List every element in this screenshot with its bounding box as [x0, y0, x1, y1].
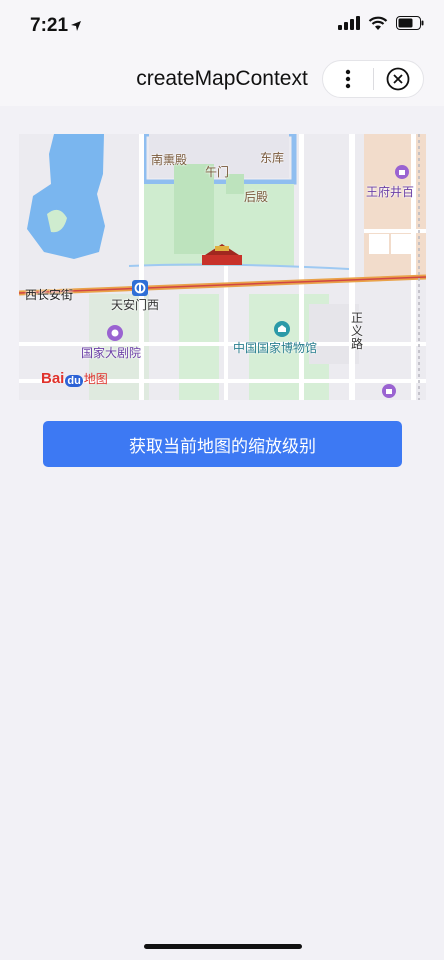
map-label-zhengyilu-3: 路	[351, 337, 364, 351]
location-arrow-icon	[71, 21, 81, 31]
close-button[interactable]	[374, 61, 424, 97]
map-view[interactable]: 南熏殿 午门 东库 后殿 王府井百 西长安街 天安门西 正 义 路 国家大剧院 …	[19, 134, 426, 400]
museum-icon	[274, 321, 290, 337]
wifi-icon	[368, 16, 388, 30]
map-label-wangfujing: 王府井百	[366, 185, 415, 199]
baidu-logo-text-right: 地图	[83, 372, 108, 386]
status-time: 7:21	[30, 15, 69, 36]
more-button[interactable]	[323, 61, 373, 97]
cellular-signal-icon	[338, 16, 360, 30]
status-bar: 7:21	[0, 0, 444, 56]
map-label-national-museum: 中国国家博物馆	[233, 341, 318, 355]
mini-program-capsule	[322, 60, 424, 98]
close-icon	[386, 67, 410, 91]
baidu-logo: Bai du 地图	[41, 370, 108, 387]
map-label-nanxundian: 南熏殿	[151, 153, 188, 167]
map-label-grand-theatre: 国家大剧院	[81, 346, 142, 360]
get-zoom-level-button[interactable]: 获取当前地图的缩放级别	[43, 421, 402, 467]
poi-icon	[382, 384, 396, 398]
shopping-icon	[395, 165, 409, 179]
more-icon	[345, 69, 350, 89]
map-label-tiananmenxi: 天安门西	[111, 298, 160, 312]
home-indicator	[144, 944, 302, 949]
map-label-xichanganjie: 西长安街	[25, 288, 74, 302]
theatre-icon	[107, 325, 123, 341]
map-label-dongku: 东库	[260, 151, 285, 165]
map-label-houdian: 后殿	[244, 190, 269, 204]
map-label-wumen: 午门	[205, 165, 230, 179]
subway-station-icon	[132, 280, 148, 296]
nav-bar: createMapContext	[0, 56, 444, 106]
baidu-logo-text-left: Bai	[41, 370, 65, 387]
baidu-logo-text-mid: du	[65, 375, 83, 387]
battery-icon	[396, 16, 424, 30]
